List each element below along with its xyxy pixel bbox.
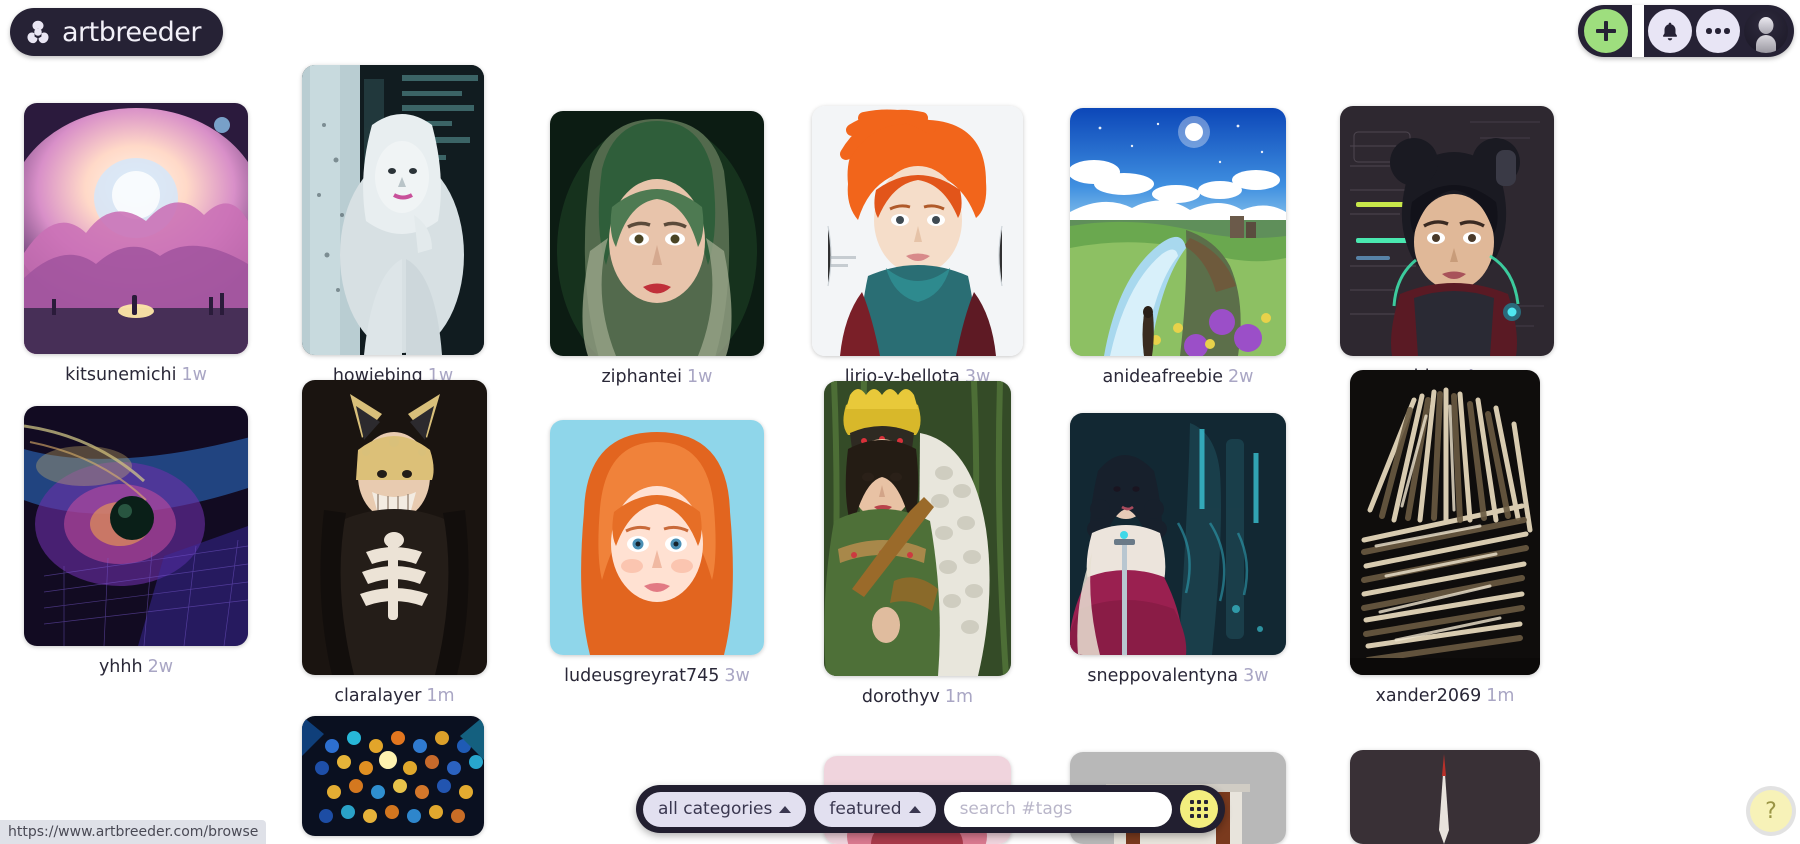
profile-avatar[interactable] [1744, 9, 1788, 53]
status-bar: https://www.artbreeder.com/browse [0, 820, 267, 844]
grid-view-icon [1189, 800, 1208, 818]
artwork-thumbnail[interactable] [550, 111, 764, 356]
artwork-author[interactable]: kitsunemichi [65, 365, 176, 385]
artwork-age: 3w [724, 666, 750, 686]
artwork-author[interactable]: claralayer [334, 686, 421, 706]
artbreeder-browse-page: artbreeder kitsunemichi 1w yhhh 2w howie… [0, 0, 1800, 844]
create-button[interactable] [1584, 9, 1628, 53]
artwork-card[interactable]: xander2069 1m [1350, 370, 1540, 706]
artwork-author[interactable]: dorothyv [862, 687, 940, 707]
category-filter-dropdown[interactable]: all categories [643, 791, 807, 827]
sort-filter-label: featured [829, 799, 902, 819]
artwork-card[interactable] [302, 716, 484, 836]
chevron-up-icon [908, 805, 921, 813]
artwork-caption: ziphantei 1w [550, 367, 764, 387]
help-button[interactable]: ? [1750, 790, 1792, 832]
artwork-caption: yhhh 2w [24, 657, 248, 677]
artwork-card[interactable] [1350, 750, 1540, 844]
notifications-button[interactable] [1648, 9, 1692, 53]
artwork-thumbnail[interactable] [1350, 370, 1540, 675]
artwork-age: 1m [426, 686, 455, 706]
artwork-age: 3w [1243, 666, 1269, 686]
bell-icon [1662, 22, 1678, 40]
artwork-author[interactable]: ziphantei [601, 367, 682, 387]
artwork-thumbnail[interactable] [812, 106, 1023, 356]
artwork-card[interactable]: lirio-y-bellota 3w [812, 106, 1023, 387]
search-input[interactable] [959, 799, 1156, 819]
header-notch [1630, 5, 1646, 57]
header-actions [1578, 5, 1794, 57]
artwork-thumbnail[interactable] [302, 65, 484, 355]
artwork-thumbnail[interactable] [550, 420, 764, 655]
plus-icon [1595, 20, 1617, 42]
more-menu-button[interactable] [1696, 9, 1740, 53]
artwork-thumbnail[interactable] [24, 406, 248, 646]
artwork-author[interactable]: anideafreebie [1103, 367, 1224, 387]
chevron-up-icon [779, 805, 792, 813]
artwork-thumbnail[interactable] [824, 381, 1011, 676]
artwork-age: 2w [1228, 367, 1254, 387]
artwork-card[interactable]: kitsunemichi 1w [24, 103, 248, 385]
artwork-card[interactable]: claralayer 1m [302, 380, 487, 706]
artwork-caption: kitsunemichi 1w [24, 365, 248, 385]
artwork-caption: ludeusgreyrat745 3w [550, 666, 764, 686]
artwork-author[interactable]: ludeusgreyrat745 [564, 666, 719, 686]
sort-filter-dropdown[interactable]: featured [814, 791, 936, 827]
artwork-card[interactable]: howiebing 1w [302, 65, 484, 386]
artwork-thumbnail[interactable] [1070, 108, 1286, 356]
artwork-card[interactable]: ziphantei 1w [550, 111, 764, 387]
artwork-caption: claralayer 1m [302, 686, 487, 706]
artwork-thumbnail[interactable] [1340, 106, 1554, 356]
artwork-caption: xander2069 1m [1350, 686, 1540, 706]
help-icon: ? [1765, 798, 1777, 824]
artwork-thumbnail[interactable] [302, 380, 487, 675]
filter-bar: all categories featured [636, 785, 1225, 833]
artwork-caption: sneppovalentyna 3w [1070, 666, 1286, 686]
status-bar-url: https://www.artbreeder.com/browse [8, 824, 259, 840]
propeller-icon [24, 18, 52, 46]
avatar-icon [1758, 17, 1774, 34]
artwork-card[interactable]: ludeusgreyrat745 3w [550, 420, 764, 686]
artwork-author[interactable]: xander2069 [1376, 686, 1482, 706]
artwork-card[interactable]: dorothyv 1m [824, 381, 1011, 707]
artwork-card[interactable]: yhhh 2w [24, 406, 248, 677]
artwork-thumbnail[interactable] [1070, 413, 1286, 655]
artwork-age: 1m [944, 687, 974, 707]
artwork-thumbnail[interactable] [302, 716, 484, 836]
artwork-thumbnail[interactable] [24, 103, 248, 354]
grid-view-button[interactable] [1179, 790, 1218, 828]
artwork-card[interactable]: sneppovalentyna 3w [1070, 413, 1286, 686]
artwork-grid: kitsunemichi 1w yhhh 2w howiebing 1w cla… [0, 56, 1800, 844]
site-logo[interactable]: artbreeder [10, 8, 223, 56]
artwork-card[interactable]: anideafreebie 2w [1070, 108, 1286, 387]
artwork-author[interactable]: yhhh [99, 657, 143, 677]
artwork-author[interactable]: sneppovalentyna [1087, 666, 1238, 686]
artwork-card[interactable]: shlurp4w [1340, 106, 1554, 387]
artwork-thumbnail[interactable] [1350, 750, 1540, 844]
artwork-age: 2w [147, 657, 174, 677]
site-logo-text: artbreeder [62, 16, 201, 48]
artwork-age: 1m [1486, 686, 1515, 706]
search-box[interactable] [943, 791, 1172, 827]
artwork-age: 1w [181, 365, 207, 385]
artwork-caption: dorothyv 1m [824, 687, 1011, 707]
ellipsis-icon [1706, 28, 1730, 34]
artwork-age: 1w [687, 367, 713, 387]
category-filter-label: all categories [658, 799, 773, 819]
artwork-caption: anideafreebie 2w [1070, 367, 1286, 387]
